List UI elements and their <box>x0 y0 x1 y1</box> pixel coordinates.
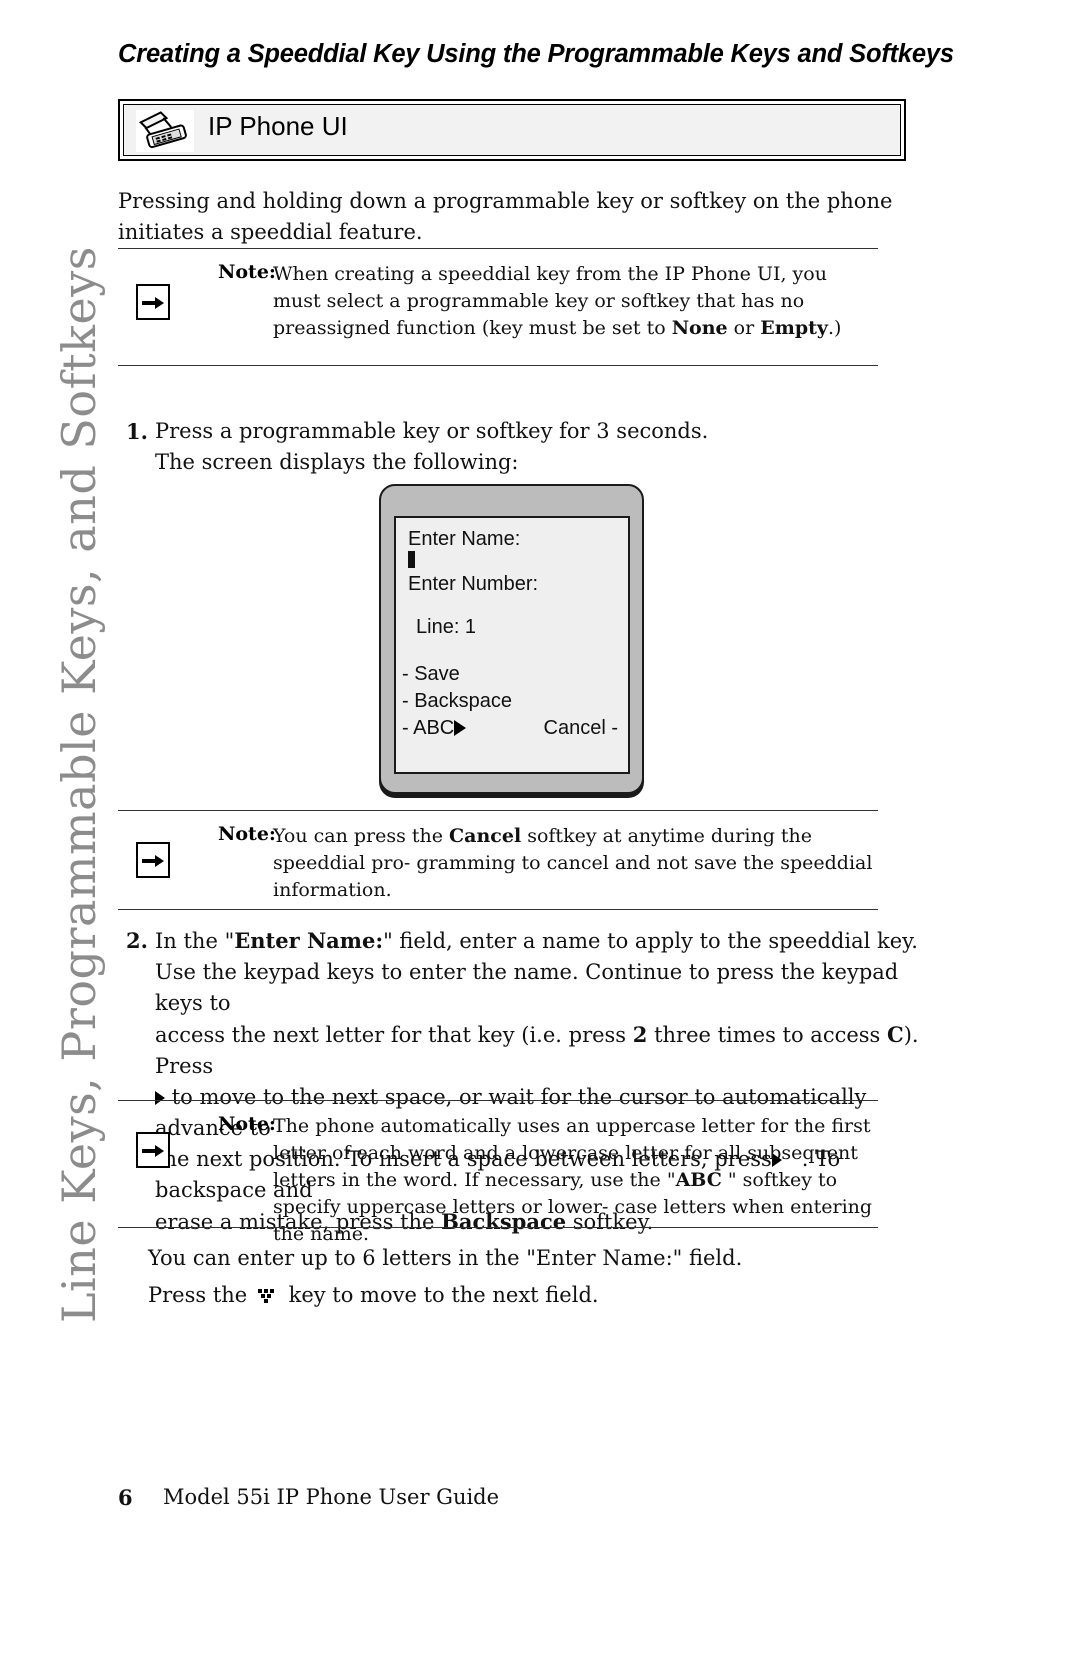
closing-line-2-pre: Press the <box>148 1283 248 1307</box>
note-rule-top <box>118 248 878 249</box>
step-1-line-1: Press a programmable key or softkey for … <box>155 419 709 443</box>
note-rule-top <box>118 810 878 811</box>
step-1-text: Press a programmable key or softkey for … <box>155 416 886 478</box>
banner-label: IP Phone UI <box>208 111 348 141</box>
arrow-right-icon <box>136 842 170 878</box>
note-rule-bottom <box>118 365 878 366</box>
lcd-line-label: Line: 1 <box>416 616 477 638</box>
lcd-softkey-backspace[interactable]: - Backspace <box>402 690 512 713</box>
note-3-bold-abc: ABC <box>675 1169 722 1191</box>
note-2-bold-cancel: Cancel <box>449 825 522 847</box>
arrow-right-icon <box>136 1132 170 1168</box>
step-2-bold-c: C <box>887 1022 904 1047</box>
closing-paragraph-2: Press the key to move to the next field. <box>148 1280 908 1311</box>
note-box-3: Note: The phone automatically uses an up… <box>118 1100 878 1245</box>
ip-phone-ui-banner: IP Phone UI <box>118 99 906 161</box>
step-1: 1. Press a programmable key or softkey f… <box>126 416 886 478</box>
note-label: Note: <box>218 261 276 283</box>
lcd-softkey-cancel[interactable]: Cancel - <box>544 717 618 740</box>
note-rule-bottom <box>118 909 878 910</box>
step-2-line-3-mid: three times to access <box>647 1023 888 1047</box>
footer-page-number: 6 <box>118 1485 133 1510</box>
note-1-line-3-mid: or <box>727 317 761 339</box>
desk-phone-icon <box>136 110 194 152</box>
step-2-line-1-pre: In the " <box>155 929 235 953</box>
step-2-line-2: Use the keypad keys to enter the name. C… <box>155 960 899 1015</box>
note-rule-bottom <box>118 1227 878 1228</box>
step-2-bold-enter-name: Enter Name: <box>234 928 384 953</box>
note-1-line-3-pre: be set to <box>582 317 672 339</box>
sidebar-running-head: Line Keys, Programmable Keys, and Softke… <box>0 0 110 1400</box>
lcd-softkey-abc[interactable]: - ABC <box>402 717 467 740</box>
step-2-bold-two: 2 <box>632 1022 648 1047</box>
lcd-text-cursor <box>408 551 415 568</box>
footer-doc-title: Model 55i IP Phone User Guide <box>163 1485 500 1509</box>
note-1-line-3-post: .) <box>827 317 842 339</box>
note-3-line-3-pre: necessary, use the " <box>484 1169 676 1191</box>
note-label: Note: <box>218 823 276 845</box>
intro-paragraph: Pressing and holding down a programmable… <box>118 189 893 244</box>
note-body: You can press the Cancel softkey at anyt… <box>273 823 878 904</box>
lcd-enter-name-label: Enter Name: <box>408 528 521 550</box>
step-1-number: 1. <box>126 419 148 444</box>
pound-key-icon <box>257 1282 279 1303</box>
step-1-line-2: The screen displays the following: <box>155 450 519 474</box>
step-2-line-3-pre: access the next letter for that key (i.e… <box>155 1023 633 1047</box>
note-label: Note: <box>218 1113 276 1135</box>
lcd-enter-number-label: Enter Number: <box>408 573 539 595</box>
lcd-softkey-abc-label: - ABC <box>402 717 455 739</box>
page-title: Creating a Speeddial Key Using the Progr… <box>118 40 954 68</box>
step-2-number: 2. <box>126 928 148 953</box>
arrow-right-icon <box>136 284 170 320</box>
step-2-line-1-post: " field, enter a name to apply to the sp… <box>383 929 918 953</box>
banner-inner: IP Phone UI <box>123 104 901 156</box>
note-body: When creating a speeddial key from the I… <box>273 261 873 342</box>
phone-screen-mockup: Enter Name: Enter Number: Line: 1 - Save… <box>379 484 644 794</box>
closing-paragraph-1: You can enter up to 6 letters in the "En… <box>148 1246 743 1270</box>
note-1-bold-none: None <box>671 317 728 339</box>
phone-lcd: Enter Name: Enter Number: Line: 1 - Save… <box>394 516 630 774</box>
running-head-text: Line Keys, Programmable Keys, and Softke… <box>52 246 106 1323</box>
note-box-2: Note: You can press the Cancel softkey a… <box>118 810 878 910</box>
note-box-1: Note: When creating a speeddial key from… <box>118 248 878 366</box>
triangle-right-icon <box>454 720 467 736</box>
note-1-bold-empty: Empty <box>760 317 828 339</box>
page-content: Creating a Speeddial Key Using the Progr… <box>118 0 958 1669</box>
closing-line-2-post: key to move to the next field. <box>288 1283 599 1307</box>
note-2-line-1-pre: You can press the <box>273 825 450 847</box>
note-rule-top <box>118 1100 878 1101</box>
lcd-softkey-save[interactable]: - Save <box>402 663 460 686</box>
